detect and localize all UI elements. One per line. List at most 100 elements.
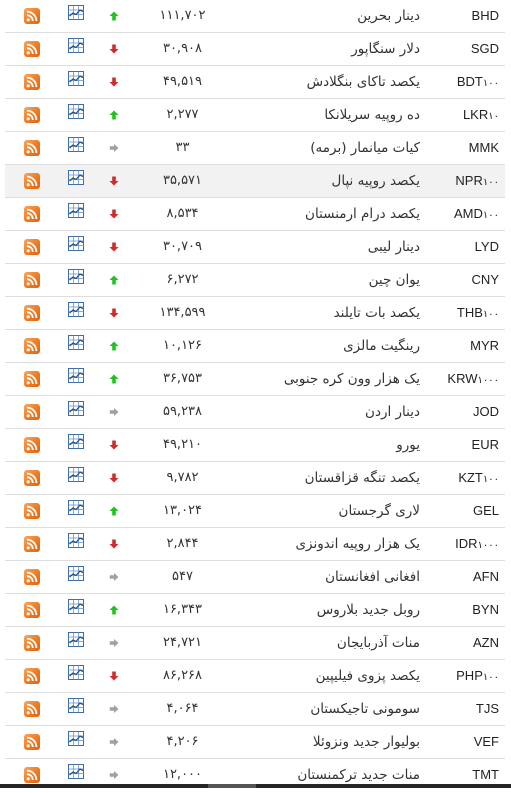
rss-feed-icon[interactable] bbox=[24, 470, 40, 486]
currency-code: BHD bbox=[429, 0, 499, 32]
line-chart-icon[interactable] bbox=[68, 38, 84, 53]
rss-feed-icon[interactable] bbox=[24, 206, 40, 222]
rss-feed-icon[interactable] bbox=[24, 734, 40, 750]
line-chart-icon[interactable] bbox=[68, 269, 84, 284]
rss-feed-icon[interactable] bbox=[24, 305, 40, 321]
currency-name[interactable]: ده روپیه سریلانکا bbox=[200, 99, 420, 131]
line-chart-icon[interactable] bbox=[68, 533, 84, 548]
rss-feed-icon[interactable] bbox=[24, 371, 40, 387]
currency-name[interactable]: یکصد روپیه نپال bbox=[200, 165, 420, 197]
currency-row-vef: ۴,۲۰۶ بولیوار جدید ونزوئلا VEF bbox=[5, 725, 505, 758]
currency-code: KRW۱۰۰۰ bbox=[429, 363, 499, 395]
currency-code-text: MYR bbox=[470, 338, 499, 353]
currency-code: LKR۱۰ bbox=[429, 99, 499, 131]
currency-name[interactable]: یک هزار روپیه اندونزی bbox=[200, 528, 420, 560]
rss-feed-icon[interactable] bbox=[24, 536, 40, 552]
rss-feed-icon[interactable] bbox=[24, 239, 40, 255]
line-chart-icon[interactable] bbox=[68, 467, 84, 482]
currency-unit: ۱۰۰ bbox=[482, 672, 499, 683]
currency-name[interactable]: کیات میانمار (برمه) bbox=[200, 132, 420, 164]
line-chart-icon[interactable] bbox=[68, 236, 84, 251]
currency-code-text: NPR bbox=[455, 173, 483, 188]
currency-name[interactable]: یکصد تاکای بنگلادش bbox=[200, 66, 420, 98]
rss-feed-icon[interactable] bbox=[24, 107, 40, 123]
currency-name[interactable]: یکصد تنگه قزاقستان bbox=[200, 462, 420, 494]
currency-name[interactable]: یورو bbox=[200, 429, 420, 461]
currency-name[interactable]: روبل جدید بلاروس bbox=[200, 594, 420, 626]
currency-row-jod: ۵۹,۲۳۸ دینار اردن JOD bbox=[5, 395, 505, 428]
arrow-down-icon bbox=[109, 671, 119, 681]
currency-name[interactable]: یکصد درام ارمنستان bbox=[200, 198, 420, 230]
currency-name[interactable]: دینار اردن bbox=[200, 396, 420, 428]
currency-code: AFN bbox=[429, 561, 499, 593]
rss-feed-icon[interactable] bbox=[24, 503, 40, 519]
line-chart-icon[interactable] bbox=[68, 335, 84, 350]
currency-name[interactable]: دینار بحرین bbox=[200, 0, 420, 32]
line-chart-icon[interactable] bbox=[68, 5, 84, 20]
currency-code-text: PHP bbox=[456, 668, 483, 683]
currency-name[interactable]: یوان چین bbox=[200, 264, 420, 296]
rss-feed-icon[interactable] bbox=[24, 140, 40, 156]
currency-name[interactable]: بولیوار جدید ونزوئلا bbox=[200, 726, 420, 758]
horizontal-scrollbar[interactable] bbox=[0, 784, 511, 788]
rss-feed-icon[interactable] bbox=[24, 272, 40, 288]
currency-code-text: AFN bbox=[473, 569, 499, 584]
rss-feed-icon[interactable] bbox=[24, 668, 40, 684]
rss-feed-icon[interactable] bbox=[24, 635, 40, 651]
line-chart-icon[interactable] bbox=[68, 434, 84, 449]
arrow-right-icon bbox=[109, 143, 119, 153]
rss-feed-icon[interactable] bbox=[24, 437, 40, 453]
line-chart-icon[interactable] bbox=[68, 71, 84, 86]
rss-feed-icon[interactable] bbox=[24, 404, 40, 420]
rss-feed-icon[interactable] bbox=[24, 338, 40, 354]
line-chart-icon[interactable] bbox=[68, 632, 84, 647]
scrollbar-thumb[interactable] bbox=[208, 784, 256, 788]
currency-name[interactable]: یک هزار وون کره جنوبی bbox=[200, 363, 420, 395]
currency-name[interactable]: دلار سنگاپور bbox=[200, 33, 420, 65]
currency-name[interactable]: لاری گرجستان bbox=[200, 495, 420, 527]
currency-row-gel: ۱۳,۰۲۴ لاری گرجستان GEL bbox=[5, 494, 505, 527]
currency-row-lkr: ۲,۲۷۷ ده روپیه سریلانکا LKR۱۰ bbox=[5, 98, 505, 131]
currency-unit: ۱۰۰ bbox=[482, 474, 499, 485]
line-chart-icon[interactable] bbox=[68, 731, 84, 746]
currency-code: SGD bbox=[429, 33, 499, 65]
rss-feed-icon[interactable] bbox=[24, 41, 40, 57]
arrow-right-icon bbox=[109, 770, 119, 780]
currency-code: IDR۱۰۰۰ bbox=[429, 528, 499, 560]
currency-unit: ۱۰۰ bbox=[482, 177, 499, 188]
line-chart-icon[interactable] bbox=[68, 665, 84, 680]
currency-name[interactable]: سومونی تاجیکستان bbox=[200, 693, 420, 725]
line-chart-icon[interactable] bbox=[68, 137, 84, 152]
rss-feed-icon[interactable] bbox=[24, 74, 40, 90]
currency-name[interactable]: یکصد پزوی فیلیپین bbox=[200, 660, 420, 692]
line-chart-icon[interactable] bbox=[68, 104, 84, 119]
currency-code-text: EUR bbox=[471, 437, 499, 452]
currency-code-text: BYN bbox=[472, 602, 499, 617]
rss-feed-icon[interactable] bbox=[24, 767, 40, 783]
arrow-up-icon bbox=[109, 11, 119, 21]
rss-feed-icon[interactable] bbox=[24, 602, 40, 618]
line-chart-icon[interactable] bbox=[68, 698, 84, 713]
currency-name[interactable]: رینگیت مالزی bbox=[200, 330, 420, 362]
line-chart-icon[interactable] bbox=[68, 203, 84, 218]
arrow-down-icon bbox=[109, 539, 119, 549]
arrow-up-icon bbox=[109, 506, 119, 516]
rss-feed-icon[interactable] bbox=[24, 701, 40, 717]
line-chart-icon[interactable] bbox=[68, 599, 84, 614]
line-chart-icon[interactable] bbox=[68, 302, 84, 317]
line-chart-icon[interactable] bbox=[68, 566, 84, 581]
currency-name[interactable]: منات آذربایجان bbox=[200, 627, 420, 659]
line-chart-icon[interactable] bbox=[68, 764, 84, 779]
line-chart-icon[interactable] bbox=[68, 368, 84, 383]
currency-name[interactable]: یکصد بات تایلند bbox=[200, 297, 420, 329]
currency-name[interactable]: افغانی افغانستان bbox=[200, 561, 420, 593]
rss-feed-icon[interactable] bbox=[24, 173, 40, 189]
currency-code-text: KZT bbox=[458, 470, 483, 485]
rss-feed-icon[interactable] bbox=[24, 569, 40, 585]
line-chart-icon[interactable] bbox=[68, 401, 84, 416]
line-chart-icon[interactable] bbox=[68, 500, 84, 515]
currency-name[interactable]: دینار لیبی bbox=[200, 231, 420, 263]
currency-code: BYN bbox=[429, 594, 499, 626]
rss-feed-icon[interactable] bbox=[24, 8, 40, 24]
line-chart-icon[interactable] bbox=[68, 170, 84, 185]
